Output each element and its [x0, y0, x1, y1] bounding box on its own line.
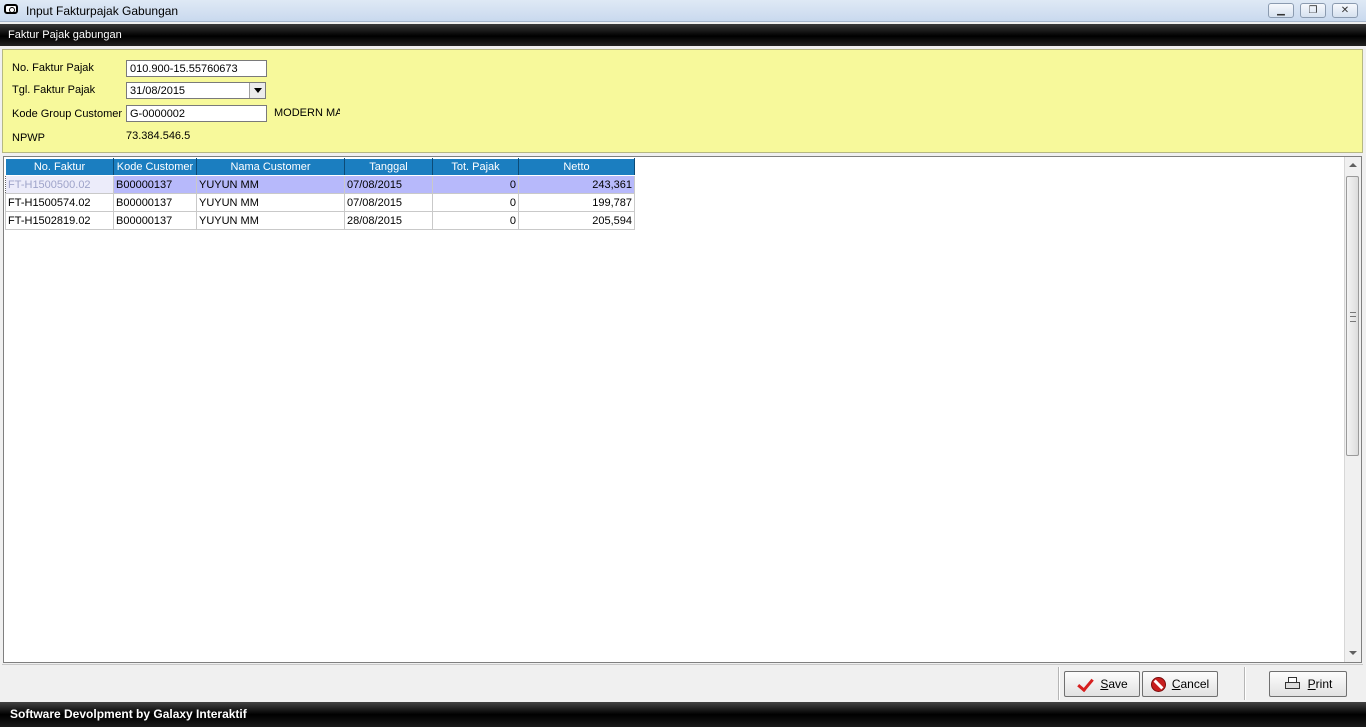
column-header-kode-customer[interactable]: Kode Customer: [113, 158, 197, 176]
printer-icon: [1284, 676, 1302, 692]
cell-nama-customer[interactable]: YUYUN MM: [196, 175, 345, 194]
tgl-faktur-label: Tgl. Faktur Pajak: [12, 84, 96, 96]
cell-tanggal[interactable]: 07/08/2015: [344, 193, 433, 212]
group-customer-label: Kode Group Customer: [12, 108, 123, 120]
app-icon[interactable]: [4, 4, 18, 14]
cancel-label: Cancel: [1171, 677, 1210, 691]
cell-no-faktur[interactable]: FT-H1502819.02: [5, 211, 114, 230]
header-form-panel: No. Faktur Pajak 010.900-15.55760673 Tgl…: [2, 49, 1363, 153]
footer-separator: [1058, 667, 1060, 700]
title-bar: Input Fakturpajak Gabungan ▁ ❐ ✕: [0, 0, 1366, 22]
column-header-no-faktur[interactable]: No. Faktur: [5, 158, 114, 176]
cell-tot-pajak[interactable]: 0: [432, 193, 519, 212]
scroll-up-arrow-icon[interactable]: [1345, 157, 1361, 174]
invoice-grid[interactable]: No. Faktur Kode Customer Nama Customer T…: [3, 156, 1362, 663]
cancel-icon: [1150, 676, 1166, 692]
npwp-label: NPWP: [12, 132, 45, 144]
cell-tot-pajak[interactable]: 0: [432, 175, 519, 194]
section-banner: Faktur Pajak gabungan: [0, 24, 1366, 46]
save-label: Save: [1100, 677, 1128, 691]
cell-no-faktur[interactable]: FT-H1500500.02: [5, 175, 114, 194]
npwp-value: 73.384.546.5: [126, 130, 191, 142]
cell-netto[interactable]: 205,594: [518, 211, 635, 230]
table-row[interactable]: FT-H1502819.02 B00000137 YUYUN MM 28/08/…: [5, 211, 635, 230]
chevron-down-icon[interactable]: [249, 83, 265, 98]
no-faktur-input[interactable]: 010.900-15.55760673: [126, 60, 267, 77]
banner-title: Faktur Pajak gabungan: [8, 29, 122, 41]
tgl-faktur-value: 31/08/2015: [130, 85, 186, 97]
cancel-button[interactable]: Cancel: [1142, 671, 1218, 697]
cell-kode-customer[interactable]: B00000137: [113, 211, 197, 230]
no-faktur-label: No. Faktur Pajak: [12, 62, 94, 74]
grid-header-row: No. Faktur Kode Customer Nama Customer T…: [5, 158, 635, 176]
footer-button-bar: Save Cancel Print: [2, 664, 1363, 701]
print-label: Print: [1307, 677, 1333, 691]
group-customer-input[interactable]: G-0000002: [126, 105, 267, 122]
cell-tot-pajak[interactable]: 0: [432, 211, 519, 230]
cell-netto[interactable]: 199,787: [518, 193, 635, 212]
invoice-table: No. Faktur Kode Customer Nama Customer T…: [5, 158, 635, 230]
footer-separator: [1244, 667, 1246, 700]
cell-kode-customer[interactable]: B00000137: [113, 193, 197, 212]
print-button[interactable]: Print: [1269, 671, 1347, 697]
table-row[interactable]: FT-H1500574.02 B00000137 YUYUN MM 07/08/…: [5, 193, 635, 212]
cell-tanggal[interactable]: 28/08/2015: [344, 211, 433, 230]
vertical-scrollbar[interactable]: [1344, 157, 1361, 662]
minimize-button[interactable]: ▁: [1268, 3, 1294, 18]
window-title: Input Fakturpajak Gabungan: [26, 4, 179, 18]
group-customer-name: MODERN MAR: [274, 107, 340, 119]
cell-nama-customer[interactable]: YUYUN MM: [196, 193, 345, 212]
scrollbar-thumb[interactable]: [1346, 176, 1359, 456]
scroll-down-arrow-icon[interactable]: [1345, 645, 1361, 662]
grip-icon: [1350, 312, 1356, 322]
tgl-faktur-datepicker[interactable]: 31/08/2015: [126, 82, 266, 99]
save-button[interactable]: Save: [1064, 671, 1140, 697]
cell-kode-customer[interactable]: B00000137: [113, 175, 197, 194]
status-text: Software Devolpment by Galaxy Interaktif: [10, 707, 247, 721]
table-row[interactable]: FT-H1500500.02 B00000137 YUYUN MM 07/08/…: [5, 175, 635, 194]
check-icon: [1076, 676, 1094, 692]
column-header-tot-pajak[interactable]: Tot. Pajak: [432, 158, 519, 176]
close-button[interactable]: ✕: [1332, 3, 1358, 18]
cell-no-faktur[interactable]: FT-H1500574.02: [5, 193, 114, 212]
restore-button[interactable]: ❐: [1300, 3, 1326, 18]
cell-tanggal[interactable]: 07/08/2015: [344, 175, 433, 194]
cell-netto[interactable]: 243,361: [518, 175, 635, 194]
column-header-netto[interactable]: Netto: [518, 158, 635, 176]
status-bar: Software Devolpment by Galaxy Interaktif: [0, 702, 1366, 727]
column-header-nama-customer[interactable]: Nama Customer: [196, 158, 345, 176]
cell-nama-customer[interactable]: YUYUN MM: [196, 211, 345, 230]
column-header-tanggal[interactable]: Tanggal: [344, 158, 433, 176]
